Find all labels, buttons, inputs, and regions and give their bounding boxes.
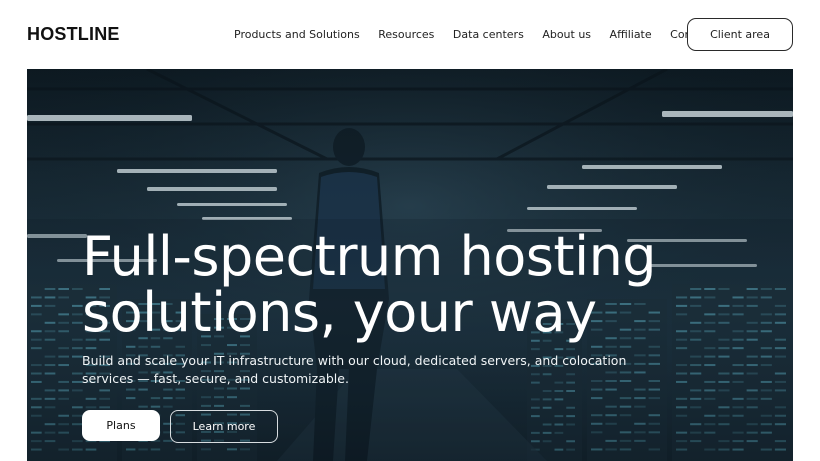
plans-button[interactable]: Plans [82,410,160,441]
site-header: HOSTLINE Products and Solutions Resource… [0,0,820,69]
nav-about-us[interactable]: About us [542,28,591,41]
hero-title: Full-spectrum hosting solutions, your wa… [82,229,702,341]
hero-subtitle: Build and scale your IT infrastructure w… [82,353,627,386]
hero-title-line-1: Full-spectrum hosting [82,225,657,288]
client-area-button[interactable]: Client area [687,18,793,51]
hero-section: Full-spectrum hosting solutions, your wa… [27,69,793,461]
nav-resources[interactable]: Resources [378,28,434,41]
hero-title-line-2: solutions, your way [82,281,597,344]
nav-products-and-solutions[interactable]: Products and Solutions [234,28,360,41]
learn-more-button[interactable]: Learn more [170,410,278,443]
main-nav: Products and Solutions Resources Data ce… [234,28,737,41]
nav-data-centers[interactable]: Data centers [453,28,524,41]
nav-affiliate[interactable]: Affiliate [610,28,652,41]
hostline-logo[interactable]: HOSTLINE [27,24,120,45]
